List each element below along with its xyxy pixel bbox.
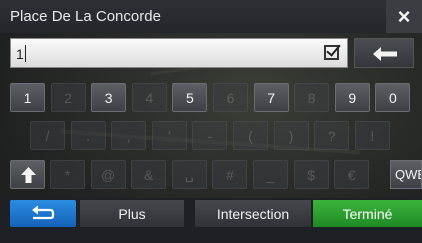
key-row1-1: 2 <box>50 83 86 112</box>
key-row3-5: _ <box>253 160 288 189</box>
key-row1-4[interactable]: 5 <box>172 83 208 112</box>
key-row1-6[interactable]: 7 <box>253 83 289 112</box>
text-cursor <box>25 45 26 62</box>
key-row3-7: € <box>334 160 370 189</box>
return-arrow-icon <box>32 205 55 220</box>
back-button[interactable] <box>10 200 76 227</box>
key-row1-3: 4 <box>131 83 167 112</box>
key-row3-3: ␣ <box>171 160 207 189</box>
key-row2-8: ! <box>354 121 390 150</box>
key-row3-0: * <box>50 160 85 189</box>
search-input-value: 1 <box>16 46 24 62</box>
key-row1-2[interactable]: 3 <box>91 83 127 112</box>
key-row2-4: - <box>192 121 228 150</box>
key-row3-2: & <box>131 160 167 189</box>
close-button[interactable]: × <box>386 0 422 33</box>
key-row3-6: $ <box>293 160 329 189</box>
key-row1-0[interactable]: 1 <box>10 83 45 112</box>
left-arrow-icon <box>373 47 397 61</box>
done-button[interactable]: Terminé <box>313 200 422 227</box>
key-row1-7: 8 <box>294 83 330 112</box>
close-icon: × <box>397 3 411 29</box>
key-row2-5: ( <box>233 121 268 150</box>
key-row1-5: 6 <box>213 83 248 112</box>
key-row1-9[interactable]: 0 <box>375 83 411 112</box>
shift-arrow-icon <box>21 167 36 183</box>
key-row2-7: ? <box>314 121 350 150</box>
checkbox-icon[interactable] <box>324 45 339 60</box>
key-row2-1: . <box>70 121 106 150</box>
key-row3-4: # <box>212 160 248 189</box>
key-row2-2: , <box>111 121 147 150</box>
intersection-button[interactable]: Intersection <box>195 200 311 227</box>
key-row3-1: @ <box>90 160 126 189</box>
backspace-button[interactable] <box>354 38 414 68</box>
keyboard-layout-button[interactable]: QWE <box>390 160 422 189</box>
key-row1-8[interactable]: 9 <box>334 83 370 112</box>
more-button[interactable]: Plus <box>80 200 184 227</box>
keyboard-screen: Place De La Concorde × 1 QWE Plus Inters… <box>0 0 422 243</box>
key-row2-3: ' <box>151 121 187 150</box>
search-input[interactable]: 1 <box>10 38 348 68</box>
page-title: Place De La Concorde <box>10 8 161 25</box>
key-row2-0: / <box>30 121 65 150</box>
title-bar: Place De La Concorde × <box>0 0 422 33</box>
key-row2-6: ) <box>273 121 309 150</box>
shift-button[interactable] <box>10 160 45 189</box>
